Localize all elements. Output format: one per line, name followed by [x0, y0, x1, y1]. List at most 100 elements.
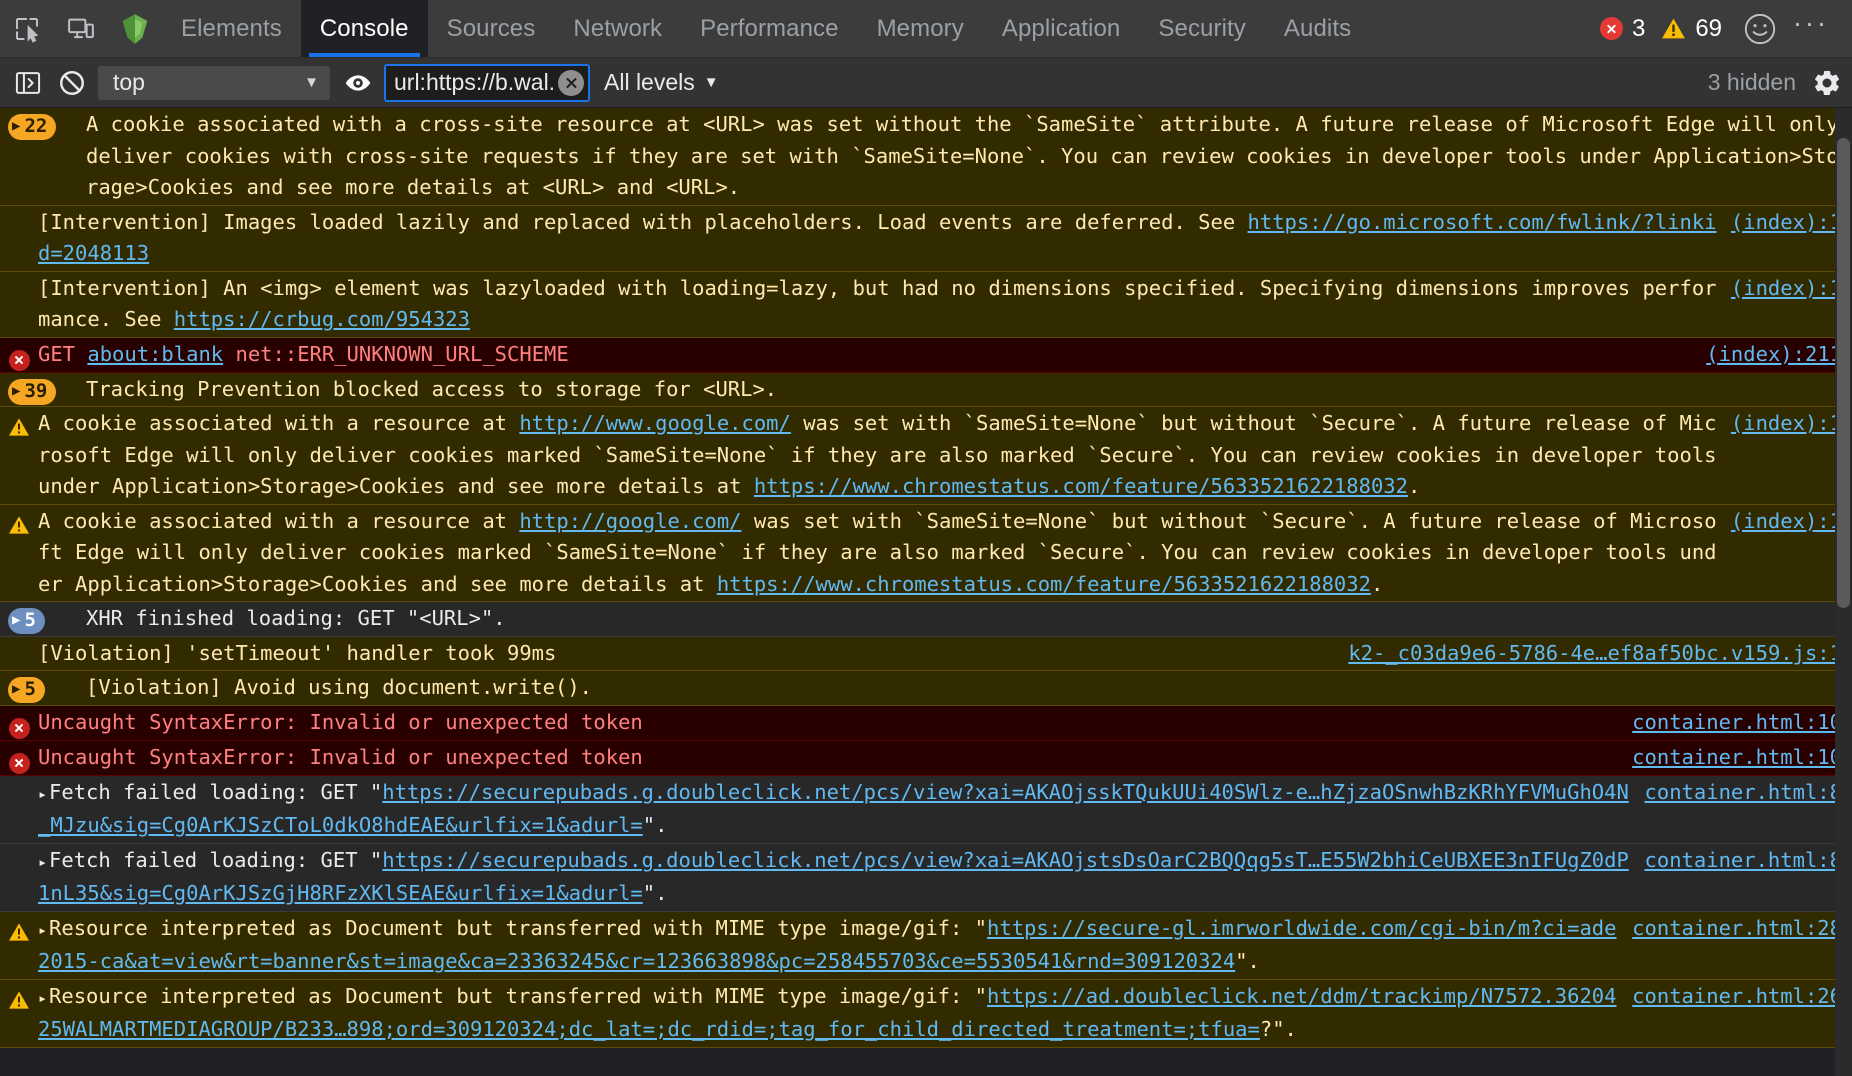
tab-security[interactable]: Security — [1139, 0, 1265, 57]
message-link[interactable]: http://www.google.com/ — [519, 411, 791, 435]
warning-count-label: 69 — [1695, 14, 1723, 42]
console-message[interactable]: [Violation] 'setTimeout' handler took 99… — [0, 636, 1852, 671]
group-count-badge[interactable]: ▶ 5 — [8, 608, 45, 634]
console-message[interactable]: ▶ 22 A cookie associated with a cross-site… — [0, 108, 1852, 206]
message-source-link[interactable]: k2-_c03da9e6-5786-4e…ef8af50bc.v159.js:1 — [1342, 638, 1852, 670]
message-gutter — [0, 207, 38, 212]
tab-application-label: Application — [1001, 14, 1121, 42]
message-source-link[interactable]: (index):211 — [1700, 339, 1852, 371]
console-message[interactable]: ▸Resource interpreted as Document but tr… — [0, 979, 1852, 1048]
console-message[interactable]: Uncaught SyntaxError: Invalid or unexpec… — [0, 740, 1852, 776]
scrollbar-thumb[interactable] — [1837, 138, 1850, 608]
log-level-select[interactable]: All levels ▼ — [604, 69, 719, 96]
console-message[interactable]: [Intervention] Images loaded lazily and … — [0, 205, 1852, 272]
message-source-link[interactable]: container.html:8 — [1639, 777, 1852, 809]
tab-elements[interactable]: Elements — [162, 0, 301, 57]
chevron-down-icon: ▼ — [703, 74, 719, 91]
tab-sources[interactable]: Sources — [428, 0, 555, 57]
tab-sources-label: Sources — [446, 14, 536, 42]
console-message[interactable]: ▸Fetch failed loading: GET "https://secu… — [0, 775, 1852, 844]
smiley-face-icon[interactable] — [1743, 12, 1777, 46]
console-message[interactable]: A cookie associated with a resource at h… — [0, 407, 1852, 505]
console-message[interactable]: A cookie associated with a resource at h… — [0, 504, 1852, 602]
console-sidebar-icon[interactable] — [6, 63, 50, 103]
message-text-run: Tracking Prevention blocked access to st… — [86, 376, 778, 401]
expand-triangle-icon[interactable]: ▶ — [12, 613, 20, 627]
edge-logo-icon — [108, 0, 162, 57]
console-message[interactable]: ▸Resource interpreted as Document but tr… — [0, 911, 1852, 980]
console-message[interactable]: ▶ 5 XHR finished loading: GET "<URL>". — [0, 602, 1852, 637]
tab-console[interactable]: Console — [300, 0, 428, 57]
clear-console-icon[interactable] — [50, 63, 94, 103]
message-link[interactable]: about:blank — [87, 342, 223, 366]
warning-icon — [1662, 18, 1686, 39]
message-gutter: ▶ 5 — [0, 603, 86, 634]
tab-memory-label: Memory — [876, 14, 964, 42]
message-text-run: A cookie associated with a cross-site re… — [86, 112, 1839, 199]
console-message[interactable]: [Intervention] An <img> element was lazy… — [0, 271, 1852, 338]
expand-triangle-icon[interactable]: ▸ — [38, 983, 47, 1015]
inspect-element-icon[interactable] — [0, 0, 54, 57]
group-count-badge[interactable]: ▶ 22 — [8, 114, 57, 140]
clear-filter-icon[interactable] — [558, 69, 584, 96]
message-source-link[interactable]: (index):1 — [1725, 273, 1852, 305]
message-text: [Intervention] Images loaded lazily and … — [38, 207, 1725, 270]
message-text: Tracking Prevention blocked access to st… — [86, 374, 1852, 406]
message-link[interactable]: https://www.chromestatus.com/feature/563… — [754, 474, 1408, 498]
message-link[interactable]: https://crbug.com/954323 — [174, 307, 470, 331]
message-gutter — [0, 339, 38, 371]
messages-container: ▶ 22 A cookie associated with a cross-site… — [0, 108, 1852, 1048]
tab-audits[interactable]: Audits — [1265, 0, 1370, 57]
execution-context-select[interactable]: top ▼ — [98, 65, 330, 100]
warning-count-button[interactable]: 69 — [1654, 15, 1729, 43]
console-message[interactable]: Uncaught SyntaxError: Invalid or unexpec… — [0, 705, 1852, 741]
message-source-link[interactable]: (index):1 — [1725, 408, 1852, 440]
message-source-link[interactable]: (index):1 — [1725, 207, 1852, 239]
console-message[interactable]: ▶ 5 [Violation] Avoid using document.write… — [0, 671, 1852, 706]
chevron-down-icon: ▼ — [304, 74, 319, 91]
console-message-list[interactable]: ▶ 22 A cookie associated with a cross-site… — [0, 108, 1852, 1076]
tab-network[interactable]: Network — [554, 0, 681, 57]
console-message[interactable]: GET about:blank net::ERR_UNKNOWN_URL_SCH… — [0, 337, 1852, 373]
message-text: Uncaught SyntaxError: Invalid or unexpec… — [38, 707, 1626, 739]
group-count-badge[interactable]: ▶ 5 — [8, 677, 45, 703]
console-scrollbar[interactable] — [1835, 108, 1852, 1076]
expand-triangle-icon[interactable]: ▸ — [38, 779, 47, 811]
expand-triangle-icon[interactable]: ▶ — [12, 682, 20, 696]
expand-triangle-icon[interactable]: ▸ — [38, 915, 47, 947]
live-expression-icon[interactable] — [336, 63, 380, 103]
message-text-run: XHR finished loading: GET "<URL>". — [86, 606, 506, 630]
message-source-link[interactable]: container.html:10 — [1626, 742, 1852, 774]
warning-icon — [9, 922, 29, 941]
tab-memory[interactable]: Memory — [858, 0, 983, 57]
group-count-badge[interactable]: ▶ 39 — [8, 378, 57, 405]
hidden-messages-count[interactable]: 3 hidden — [1708, 69, 1796, 96]
device-toolbar-icon[interactable] — [54, 0, 108, 57]
console-message[interactable]: ▸Fetch failed loading: GET "https://secu… — [0, 843, 1852, 912]
filter-input-wrapper[interactable] — [384, 63, 590, 102]
message-text-run: Resource interpreted as Document but tra… — [49, 915, 988, 940]
console-message[interactable]: ▶ 39 Tracking Prevention blocked access to… — [0, 372, 1852, 407]
message-link[interactable]: https://www.chromestatus.com/feature/563… — [717, 572, 1371, 596]
expand-triangle-icon[interactable]: ▸ — [38, 847, 47, 879]
error-count-button[interactable]: 3 — [1593, 15, 1652, 43]
error-icon — [8, 717, 30, 739]
gear-icon[interactable] — [1812, 68, 1842, 98]
message-source-link[interactable]: container.html:26 — [1626, 981, 1852, 1013]
message-gutter — [0, 638, 38, 643]
expand-triangle-icon[interactable]: ▶ — [12, 119, 20, 133]
group-count-label: 5 — [24, 609, 36, 632]
tab-performance[interactable]: Performance — [681, 0, 858, 57]
message-text: A cookie associated with a resource at h… — [38, 506, 1725, 601]
filter-input[interactable] — [392, 68, 558, 97]
message-text: XHR finished loading: GET "<URL>". — [86, 603, 1852, 635]
more-options-icon[interactable]: ··· — [1779, 9, 1838, 41]
expand-triangle-icon[interactable]: ▶ — [12, 384, 20, 398]
message-source-link[interactable]: (index):1 — [1725, 506, 1852, 538]
message-source-link[interactable]: container.html:28 — [1626, 913, 1852, 945]
message-source-link[interactable]: container.html:8 — [1639, 845, 1852, 877]
message-gutter — [0, 408, 38, 437]
message-source-link[interactable]: container.html:10 — [1626, 707, 1852, 739]
message-link[interactable]: http://google.com/ — [519, 509, 741, 533]
tab-application[interactable]: Application — [983, 0, 1140, 57]
